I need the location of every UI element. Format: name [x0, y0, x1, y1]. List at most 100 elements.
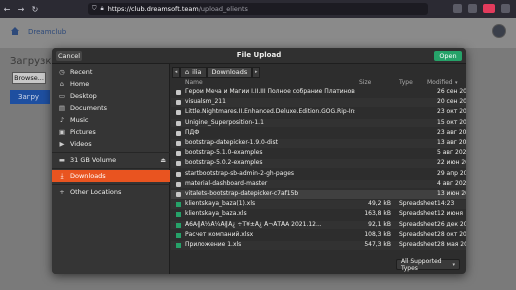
- home-icon: ⌂: [59, 80, 65, 88]
- file-modified: 26 дек 2021: [437, 220, 466, 228]
- folder-icon: [176, 141, 181, 146]
- file-row[interactable]: Приложение 1.xls 547,3 kB Spreadsheet 28 ма…: [171, 241, 466, 250]
- url-host: https://club.dreamsoft.team: [107, 5, 199, 13]
- extension-icon[interactable]: [468, 4, 477, 13]
- file-modified: 26 сен 2021: [437, 88, 466, 95]
- file-name: klientskaya_baza.xls: [185, 210, 247, 218]
- file-row[interactable]: klientskaya_baza(1).xls 49,2 kB Spreadshee…: [171, 200, 466, 209]
- site-brand[interactable]: Dreamclub: [28, 28, 66, 36]
- folder-icon: [176, 151, 181, 157]
- file-type: Spreadsheet: [399, 241, 437, 248]
- file-row[interactable]: Little.Nightmares.II.Enhanced.Deluxe.Edi…: [171, 108, 466, 117]
- sidebar-item-desktop[interactable]: ▭ Desktop: [52, 90, 170, 102]
- url-bar[interactable]: ⛉ 🔒︎ https://club.dreamsoft.team/upload_…: [88, 3, 428, 15]
- upload-button[interactable]: Загру: [10, 90, 50, 104]
- file-size: [357, 190, 391, 199]
- file-row[interactable]: bootstrap-datepicker-1.9.0-dist 13 авг 20…: [171, 139, 466, 148]
- sidebar-item-recent[interactable]: ◷ Recent: [52, 66, 170, 78]
- file-type: [399, 98, 441, 107]
- file-size: [357, 139, 391, 148]
- file-name: Герои Меча и Магии I.II.III Полное собра…: [185, 88, 355, 95]
- file-row[interactable]: klientskaya_baza.xls 163,8 kB Spreadsheet 1…: [171, 210, 466, 219]
- file-row[interactable]: Герои Меча и Магии I.II.III Полное собра…: [171, 88, 466, 97]
- dialog-title: File Upload: [236, 51, 282, 59]
- sidebar-item-downloads[interactable]: ⤓ Downloads: [52, 170, 170, 182]
- extension-badge-icon[interactable]: [483, 4, 495, 13]
- sidebar-item-music[interactable]: ♪ Music: [52, 114, 170, 126]
- file-row[interactable]: visualsm_211 20 сен 2021: [171, 98, 466, 107]
- sidebar-item-volume[interactable]: ▬ 31 GB Volume ⏏: [52, 154, 170, 166]
- folder-icon: [176, 171, 181, 177]
- eject-icon[interactable]: ⏏: [160, 157, 166, 164]
- file-row[interactable]: bootstrap-5.1.0-examples 5 авг 2021: [171, 149, 466, 158]
- path-current-button[interactable]: Downloads: [206, 66, 253, 78]
- file-modified: 29 апр 2021: [437, 169, 466, 177]
- file-type: [399, 159, 441, 168]
- url-path: /upload_elients: [198, 5, 248, 13]
- sidebar-item-other-locations[interactable]: + Other Locations: [52, 186, 170, 198]
- spreadsheet-icon: [176, 212, 181, 218]
- back-icon[interactable]: ←: [0, 5, 14, 14]
- sidebar-item-videos[interactable]: ▶ Videos: [52, 138, 170, 150]
- file-modified: 28 окт 2021: [437, 230, 466, 238]
- bookmark-icon[interactable]: [453, 4, 462, 13]
- file-row[interactable]: Å6Â╢Å½Å¼Å╢Å¿ ÷Ť¥±Å¿ Å¬ÅŤÅÁ 2021.12... 92,…: [171, 220, 466, 230]
- sort-down-icon: ▾: [455, 79, 458, 86]
- browser-toolbar: ← → ↻ ⛉ 🔒︎ https://club.dreamsoft.team/u…: [0, 0, 516, 18]
- file-type: Spreadsheet: [399, 200, 437, 208]
- sidebar-divider: [52, 168, 170, 169]
- sidebar-item-home[interactable]: ⌂ Home: [52, 78, 170, 90]
- reload-icon[interactable]: ↻: [28, 5, 42, 14]
- file-modified: 22 июн 2021: [437, 159, 466, 167]
- column-type[interactable]: Type: [399, 78, 413, 87]
- spreadsheet-icon: [176, 202, 181, 208]
- file-row[interactable]: bootstrap-5.0.2-examples 22 июн 2021: [171, 159, 466, 168]
- column-modified[interactable]: Modified: [427, 78, 453, 87]
- sidebar-item-label: Videos: [70, 140, 92, 148]
- site-header: Dreamclub: [0, 18, 516, 48]
- folder-icon: [176, 161, 181, 167]
- file-name: Unigine_Superposition-1.1: [185, 118, 264, 126]
- path-scroll-left-icon[interactable]: ◂: [172, 66, 180, 78]
- file-row[interactable]: ПДФ 23 авг 2021: [171, 129, 466, 138]
- file-list: Name Size Type Modified ▾ Герои Меча и М…: [171, 78, 466, 258]
- folder-icon: [176, 90, 181, 95]
- file-row[interactable]: vitalets-bootstrap-datepicker-c7af15b 13 …: [171, 190, 466, 199]
- file-size: [357, 149, 391, 158]
- file-row[interactable]: startbootstrap-sb-admin-2-gh-pages 29 апр…: [171, 170, 466, 179]
- file-modified: 5 авг 2021: [437, 149, 466, 157]
- sidebar-item-pictures[interactable]: ▣ Pictures: [52, 126, 170, 138]
- forward-icon[interactable]: →: [14, 5, 28, 14]
- file-name: klientskaya_baza(1).xls: [185, 200, 256, 208]
- file-type: [399, 139, 441, 148]
- column-size[interactable]: Size: [359, 78, 371, 87]
- avatar[interactable]: [492, 24, 506, 38]
- file-size: 163,8 kB: [364, 210, 391, 218]
- file-upload-dialog: Cancel File Upload Open ◷ Recent ⌂ Home ▭ D…: [52, 48, 466, 274]
- browse-button[interactable]: Browse...: [12, 72, 46, 84]
- file-size: 49,2 kB: [368, 200, 391, 208]
- file-row[interactable]: material-dashboard-master 4 авг 2020: [171, 179, 466, 189]
- sidebar-item-documents[interactable]: ▤ Documents: [52, 102, 170, 114]
- column-name[interactable]: Name: [185, 78, 203, 87]
- desktop-icon: ▭: [58, 92, 66, 100]
- file-type-filter[interactable]: All Supported Types ▾: [396, 258, 460, 272]
- file-name: Little.Nightmares.II.Enhanced.Deluxe.Edi…: [185, 108, 355, 116]
- menu-icon[interactable]: [501, 4, 510, 13]
- file-name: bootstrap-5.1.0-examples: [185, 149, 263, 157]
- path-scroll-right-icon[interactable]: ▸: [252, 66, 261, 78]
- sidebar-item-label: Home: [70, 80, 90, 88]
- file-row[interactable]: Расчет компаний.xlsx 108,3 kB Spreadsheet 2…: [171, 231, 466, 240]
- folder-icon: [176, 120, 181, 126]
- sidebar-item-label: Desktop: [70, 92, 97, 100]
- file-size: 92,1 kB: [368, 220, 391, 228]
- lock-icon: 🔒︎: [100, 5, 104, 12]
- open-button[interactable]: Open: [434, 51, 462, 61]
- spreadsheet-icon: [176, 232, 181, 238]
- file-modified: 28 мая 2019: [437, 241, 466, 248]
- folder-icon: [176, 110, 181, 116]
- file-row[interactable]: Unigine_Superposition-1.1 15 окт 2021: [171, 118, 466, 128]
- path-home-button[interactable]: ⌂ ilia: [180, 66, 207, 78]
- file-type: [399, 170, 441, 179]
- home-icon[interactable]: [10, 26, 20, 36]
